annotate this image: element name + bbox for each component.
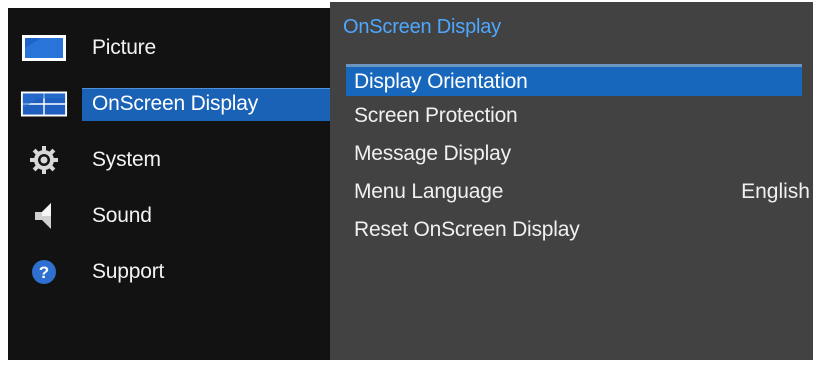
submenu-item-label: Reset OnScreen Display xyxy=(354,218,580,241)
submenu-item-screen-protection[interactable]: Screen Protection xyxy=(346,100,802,132)
menu-item-picture[interactable]: Picture xyxy=(8,20,333,76)
menu-item-support[interactable]: ? Support xyxy=(8,244,333,300)
main-menu: Picture OnScreen Display System Sound ? … xyxy=(8,8,333,360)
gear-icon xyxy=(20,145,68,175)
submenu-item-label: Display Orientation xyxy=(354,69,528,93)
menu-item-sound[interactable]: Sound xyxy=(8,188,333,244)
menu-item-label: Sound xyxy=(92,204,152,227)
menu-item-label: OnScreen Display xyxy=(92,92,259,115)
submenu-title: OnScreen Display xyxy=(343,16,501,38)
menu-item-onscreen-display[interactable]: OnScreen Display xyxy=(8,76,333,132)
submenu-item-label: Menu Language xyxy=(354,180,504,203)
menu-language-value: English xyxy=(741,180,810,203)
menu-item-label: Support xyxy=(92,260,165,283)
menu-item-system[interactable]: System xyxy=(8,132,333,188)
osd-menu: Picture OnScreen Display System Sound ? … xyxy=(8,2,813,360)
submenu-item-label: Message Display xyxy=(354,142,511,165)
help-icon: ? xyxy=(20,257,68,287)
picture-icon xyxy=(20,33,68,63)
speaker-icon xyxy=(20,201,68,231)
submenu-item-label: Screen Protection xyxy=(354,104,518,127)
submenu-item-menu-language[interactable]: Menu Language English xyxy=(346,176,810,208)
onscreen-display-icon xyxy=(20,89,68,119)
svg-text:?: ? xyxy=(39,263,49,282)
submenu-item-reset-onscreen-display[interactable]: Reset OnScreen Display xyxy=(346,214,802,246)
menu-item-label: Picture xyxy=(92,36,156,59)
submenu-panel: OnScreen Display Display Orientation Scr… xyxy=(330,2,813,360)
submenu-item-display-orientation[interactable]: Display Orientation xyxy=(346,64,802,96)
submenu-item-message-display[interactable]: Message Display xyxy=(346,138,802,170)
menu-item-label: System xyxy=(92,148,161,171)
